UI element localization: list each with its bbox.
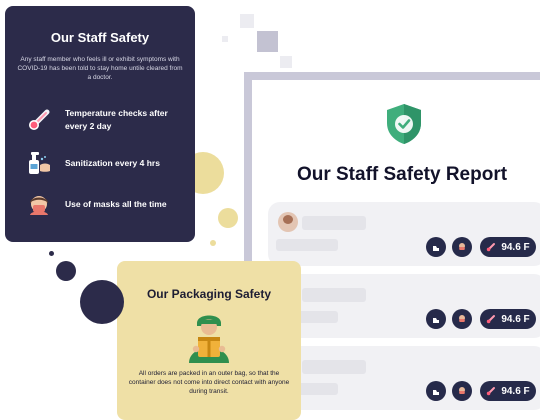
temperature-value: 94.6 F [501, 241, 530, 253]
sanitizer-icon [426, 381, 446, 401]
decorative-circle [210, 240, 216, 246]
sanitizer-icon [426, 237, 446, 257]
report-card[interactable]: 94.6 F [268, 346, 540, 410]
mask-icon [25, 190, 53, 218]
feature-sanitization: Sanitization every 4 hrs [25, 149, 190, 177]
decorative-circle [80, 280, 124, 324]
decorative-circle [49, 251, 54, 256]
decorative-square [222, 36, 228, 42]
staff-safety-title: Our Staff Safety [50, 30, 150, 45]
feature-label: Use of masks all the time [65, 198, 167, 209]
name-placeholder [302, 288, 366, 302]
thermometer-icon [487, 243, 496, 252]
decorative-square [280, 56, 292, 68]
temperature-badge: 94.6 F [480, 237, 536, 257]
thermometer-icon [25, 106, 53, 134]
shield-check-icon [387, 104, 421, 144]
name-placeholder [302, 360, 366, 374]
temperature-badge: 94.6 F [480, 381, 536, 401]
decorative-square [240, 14, 254, 28]
decorative-circle [56, 261, 76, 281]
feature-masks: Use of masks all the time [25, 190, 190, 218]
mask-icon [452, 309, 472, 329]
temperature-badge: 94.6 F [480, 309, 536, 329]
decorative-square [257, 31, 278, 52]
staff-safety-card: Our Staff Safety Any staff member who fe… [5, 6, 195, 242]
feature-label: Temperature checks after every 2 day [65, 108, 168, 131]
report-card[interactable]: 94.6 F [268, 274, 540, 338]
staff-safety-description: Any staff member who feels ill or exhibi… [17, 56, 183, 81]
delivery-person-icon [189, 315, 229, 363]
mask-icon [452, 381, 472, 401]
feature-temperature: Temperature checks after every 2 day [25, 106, 190, 134]
temperature-value: 94.6 F [501, 313, 530, 325]
sanitizer-icon [25, 149, 53, 177]
packaging-safety-description: All orders are packed in an outer bag, s… [128, 370, 290, 395]
report-title: Our Staff Safety Report [296, 164, 508, 185]
role-placeholder [276, 239, 338, 251]
report-card[interactable]: 94.6 F [268, 202, 540, 266]
decorative-circle [218, 208, 238, 228]
thermometer-icon [487, 387, 496, 396]
sanitizer-icon [426, 309, 446, 329]
mask-icon [452, 237, 472, 257]
name-placeholder [302, 216, 366, 230]
staff-avatar [278, 212, 298, 232]
thermometer-icon [487, 315, 496, 324]
packaging-safety-card: Our Packaging Safety All orders are pack… [117, 261, 301, 420]
feature-label: Sanitization every 4 hrs [65, 157, 160, 168]
packaging-safety-title: Our Packaging Safety [146, 287, 272, 301]
temperature-value: 94.6 F [501, 385, 530, 397]
